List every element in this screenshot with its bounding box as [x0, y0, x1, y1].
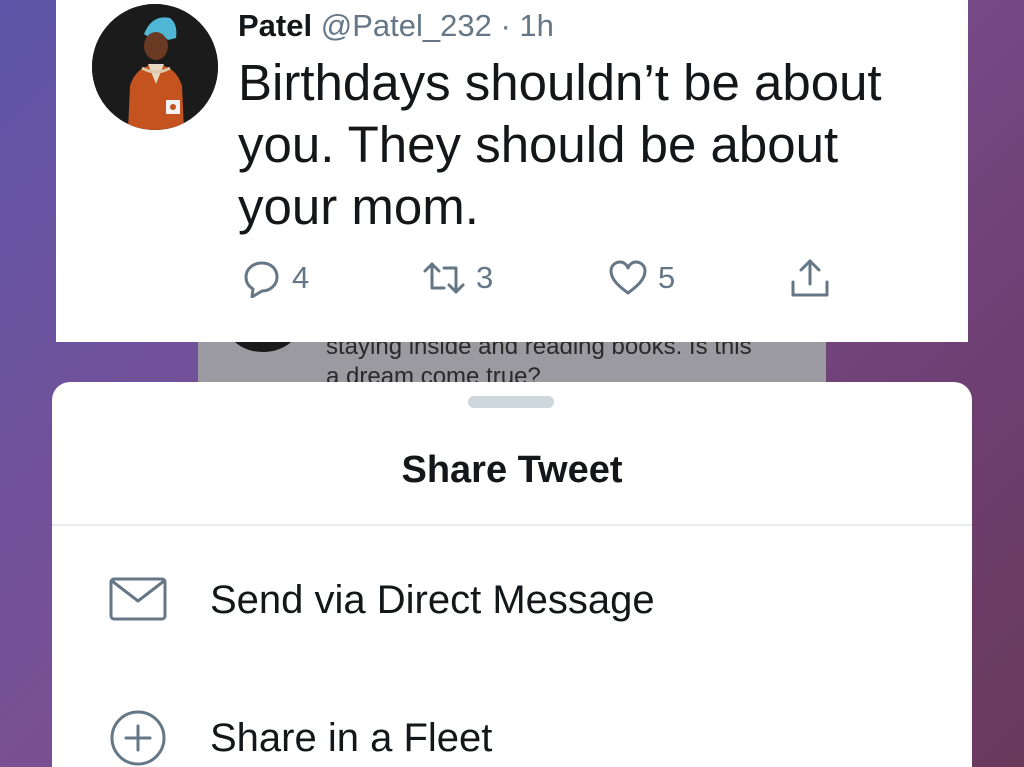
- display-name[interactable]: Patel: [238, 8, 312, 43]
- divider: [52, 524, 972, 526]
- like-icon: [609, 260, 647, 295]
- tweet-header: Patel @Patel_232 · 1h: [238, 6, 554, 46]
- retweet-icon: [423, 262, 465, 294]
- share-button[interactable]: [788, 256, 832, 300]
- sheet-grabber-handle[interactable]: [468, 396, 554, 408]
- timestamp: 1h: [519, 8, 554, 43]
- reply-button[interactable]: 4: [242, 256, 309, 300]
- avatar[interactable]: [92, 4, 218, 130]
- like-button[interactable]: 5: [608, 256, 675, 300]
- share-icon: [791, 259, 829, 297]
- avatar-image: [92, 4, 218, 130]
- retweet-button[interactable]: 3: [422, 256, 493, 300]
- envelope-icon: [108, 570, 168, 630]
- share-sheet: Share Tweet Send via Direct Message Shar…: [52, 382, 972, 767]
- reply-count: 4: [292, 260, 310, 295]
- retweet-count: 3: [476, 260, 494, 295]
- plus-circle-icon: [108, 708, 168, 767]
- background-tweet-line: staying inside and reading books. Is thi…: [326, 342, 752, 360]
- separator: ·: [500, 8, 511, 43]
- handle[interactable]: @Patel_232: [321, 8, 492, 43]
- tweet-actions: 4 3 5: [242, 256, 842, 300]
- menu-item-label: Share in a Fleet: [210, 716, 493, 760]
- tweet-card[interactable]: Patel @Patel_232 · 1h Birthdays shouldn’…: [56, 0, 968, 342]
- like-count: 5: [658, 260, 676, 295]
- share-in-fleet-item[interactable]: Share in a Fleet: [52, 698, 972, 767]
- reply-icon: [244, 261, 279, 298]
- tweet-text: Birthdays shouldn’t be about you. They s…: [238, 54, 882, 235]
- background-avatar: [228, 342, 298, 352]
- menu-item-label: Send via Direct Message: [210, 578, 655, 622]
- sheet-title: Share Tweet: [401, 449, 623, 491]
- send-via-direct-message-item[interactable]: Send via Direct Message: [52, 560, 972, 640]
